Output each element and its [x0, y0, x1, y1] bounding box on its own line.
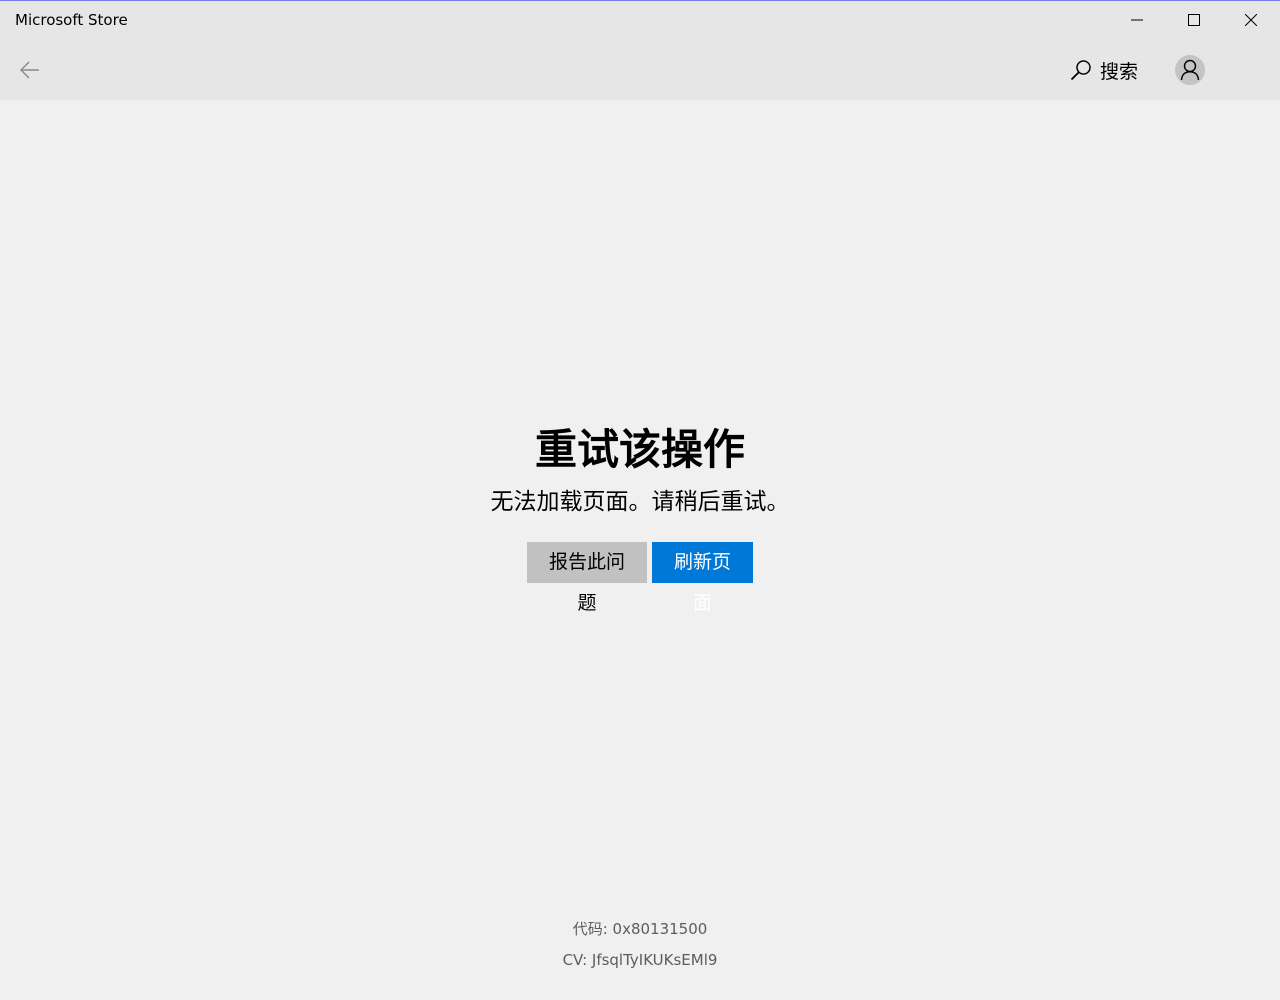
correlation-vector: CV: JfsqlTyIKUKsEMl9: [562, 951, 718, 969]
error-title: 重试该操作: [534, 425, 745, 474]
minimize-icon: [1130, 19, 1143, 21]
error-panel: 重试该操作 无法加载页面。请稍后重试。 报告此问题 刷新页面: [0, 422, 1280, 614]
error-message: 无法加载页面。请稍后重试。: [490, 489, 790, 515]
search-icon: [1070, 60, 1091, 81]
error-details: 代码: 0x80131500 CV: JfsqlTyIKUKsEMl9: [0, 918, 1280, 980]
title-bar: Microsoft Store: [0, 1, 1280, 40]
app-title: Microsoft Store: [15, 11, 128, 29]
error-actions: 报告此问题 刷新页面: [0, 542, 1280, 614]
report-problem-button[interactable]: 报告此问题: [527, 542, 647, 614]
store-window: Microsoft Store 搜索 重试该操作 无法加载页面。请稍后重试。 报…: [0, 0, 1280, 1000]
back-button[interactable]: [10, 50, 50, 90]
back-arrow-icon: [20, 61, 39, 79]
minimize-button[interactable]: [1108, 1, 1165, 39]
maximize-icon: [1187, 14, 1200, 26]
user-icon: [1180, 59, 1200, 81]
account-avatar[interactable]: [1175, 55, 1205, 85]
maximize-button[interactable]: [1165, 1, 1222, 39]
error-code: 代码: 0x80131500: [572, 920, 708, 938]
search-button[interactable]: 搜索: [1070, 54, 1138, 86]
refresh-page-button[interactable]: 刷新页面: [652, 542, 753, 614]
app-header: 搜索: [0, 40, 1280, 100]
search-label: 搜索: [1100, 60, 1139, 83]
close-icon: [1244, 14, 1257, 26]
close-button[interactable]: [1222, 1, 1279, 39]
